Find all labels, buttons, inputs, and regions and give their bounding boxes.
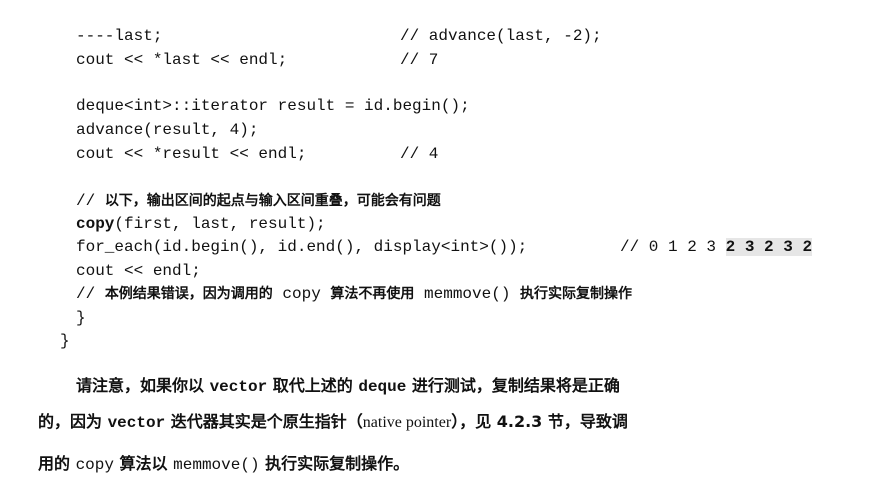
code-comment-line: // 以下，输出区间的起点与输入区间重叠，可能会有问题 (76, 192, 441, 211)
prose-text: 用的 (38, 454, 76, 473)
highlighted-output: 2 3 2 3 2 (725, 238, 813, 256)
prose-code: vector (209, 378, 268, 396)
prose-text: ），见 4.2.3 节，导致调 (451, 412, 628, 431)
code-line: cout << *last << endl; (76, 51, 288, 69)
prose-term: native pointer (362, 414, 452, 431)
code-line: cout << endl; (76, 262, 201, 280)
comment-text: 以下，输出区间的起点与输入区间重叠，可能会有问题 (104, 193, 441, 209)
code-text: (first, last, result); (114, 215, 326, 233)
code-line: deque<int>::iterator result = id.begin()… (76, 97, 470, 115)
paragraph-line: 的，因为 vector 迭代器其实是个原生指针（native pointer），… (38, 412, 896, 433)
comment-text: 本例结果错误，因为调用的 (104, 286, 273, 302)
code-line: ----last; (76, 27, 163, 45)
prose-text: 执行实际复制操作。 (259, 454, 410, 473)
code-comment: // 0 1 2 3 2 3 2 3 2 (620, 238, 813, 257)
code-line: for_each(id.begin(), id.end(), display<i… (76, 238, 528, 256)
closing-brace: } (76, 309, 86, 327)
code-line: advance(result, 4); (76, 121, 259, 139)
code-line: cout << *result << endl; (76, 145, 307, 163)
prose-text: 迭代器其实是个原生指针（ (165, 412, 363, 431)
paragraph-line: 用的 copy 算法以 memmove() 执行实际复制操作。 (38, 454, 896, 475)
code-comment: // advance(last, -2); (400, 27, 602, 45)
closing-brace: } (60, 332, 70, 350)
comment-code: copy (272, 285, 331, 303)
comment-marker: // (76, 285, 105, 303)
comment-text: 执行实际复制操作 (520, 286, 633, 302)
prose-code: memmove() (173, 456, 260, 474)
comment-marker: // (76, 192, 105, 210)
code-line: copy(first, last, result); (76, 215, 326, 234)
prose-code: copy (75, 456, 114, 474)
prose-text: 取代上述的 (267, 376, 359, 395)
prose-code: deque (358, 378, 407, 396)
code-comment: // 4 (400, 145, 439, 163)
prose-code: vector (107, 414, 166, 432)
prose-text: 请注意，如果你以 (76, 376, 210, 395)
comment-output: // 0 1 2 3 (620, 238, 726, 256)
prose-text: 算法以 (113, 454, 174, 473)
code-comment: // 7 (400, 51, 439, 69)
comment-code: memmove() (414, 285, 521, 303)
code-comment-line: // 本例结果错误，因为调用的 copy 算法不再使用 memmove() 执行… (76, 285, 632, 304)
prose-text: 进行测试，复制结果将是正确 (406, 376, 620, 395)
prose-text: 的，因为 (38, 412, 108, 431)
copy-keyword: copy (76, 215, 115, 233)
comment-text: 算法不再使用 (330, 286, 415, 302)
paragraph-line: 请注意，如果你以 vector 取代上述的 deque 进行测试，复制结果将是正… (76, 376, 896, 397)
